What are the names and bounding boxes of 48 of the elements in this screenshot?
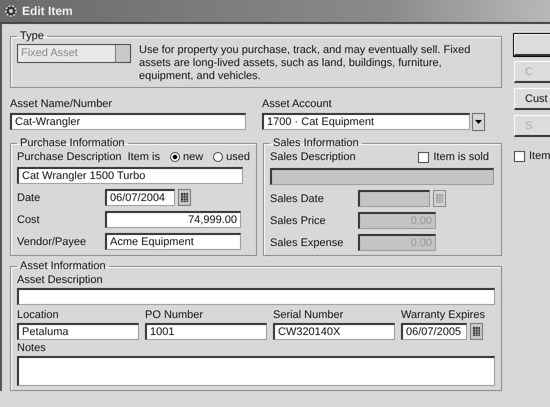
field-label: Purchase Description [17, 151, 122, 163]
calendar-icon[interactable] [470, 323, 483, 340]
side-button[interactable] [514, 34, 550, 56]
calendar-icon[interactable] [178, 189, 191, 206]
radio-button[interactable] [213, 152, 224, 162]
date-field[interactable]: 06/07/2004 [105, 189, 175, 206]
field-label: Sales Price [270, 214, 327, 226]
asset-account-field[interactable]: 1700 · Cat Equipment [262, 113, 470, 130]
radio-label: new [182, 151, 204, 163]
gear-icon [4, 4, 18, 18]
field-label: Sales Expense [270, 236, 344, 248]
asset-name-field[interactable]: Cat-Wrangler [10, 113, 246, 130]
group-title: Asset Information [19, 260, 107, 272]
field-label: Asset Account [262, 98, 333, 110]
field-label: Sales Description [270, 151, 356, 163]
checkbox-label: Item [529, 150, 550, 162]
amount-field[interactable]: 74,999.00 [105, 211, 241, 228]
text-field[interactable]: Acme Equipment [105, 233, 241, 250]
field-label: Date [17, 192, 42, 204]
field-label: Asset Name/Number [10, 98, 114, 110]
field-label: Asset Description [17, 274, 104, 286]
field-label: Cost [17, 214, 41, 226]
field-label: Sales Date [270, 192, 325, 204]
date-field[interactable]: 06/07/2005 [401, 323, 467, 340]
field-label: Location [17, 309, 60, 321]
radio-button[interactable] [170, 152, 180, 162]
radio-label: used [226, 151, 250, 163]
side-button[interactable]: Cust [514, 88, 550, 110]
field-label: Item is [128, 151, 160, 163]
field-label: Warranty Expires [401, 309, 485, 321]
asset-description-field[interactable] [17, 288, 495, 305]
group-title: Sales Information [272, 137, 360, 149]
field-label: Notes [17, 342, 47, 354]
group-title: Type [19, 30, 45, 42]
text-field[interactable]: 1001 [145, 323, 267, 340]
checkbox[interactable] [418, 152, 430, 162]
notes-field[interactable] [17, 356, 495, 386]
text-field[interactable]: Petaluma [17, 323, 139, 340]
group-title: Purchase Information [19, 137, 126, 149]
type-description: Use for property you purchase, track, and may eventually sell. Fixed assets are long-lived assets, such as land, buildings, furniture, equipment, and vehicles. [139, 44, 472, 83]
text-field[interactable]: CW320140X [273, 323, 395, 340]
checkbox-label: Item is sold [433, 151, 489, 163]
checkbox[interactable] [514, 150, 525, 162]
field-label: Serial Number [273, 309, 344, 321]
field-label: PO Number [145, 309, 204, 321]
field-label: Vendor/Payee [17, 236, 88, 248]
purchase-description-field[interactable]: Cat Wrangler 1500 Turbo [17, 167, 243, 184]
window-title: Edit Item [22, 4, 73, 18]
